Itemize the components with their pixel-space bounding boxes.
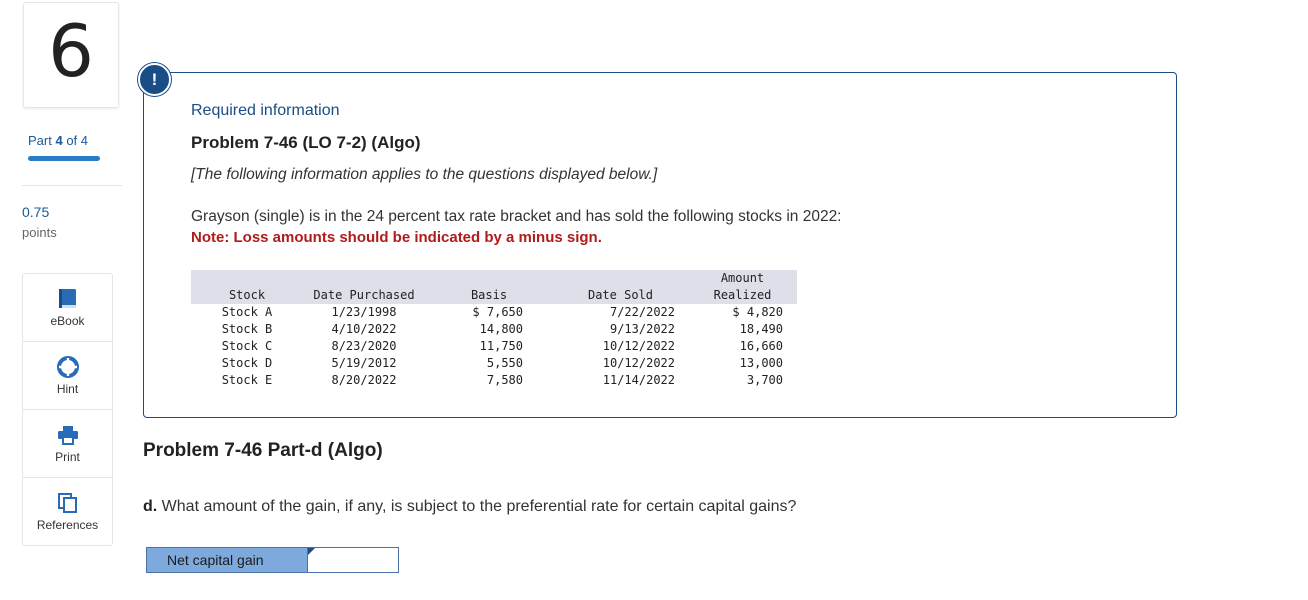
answer-row: Net capital gain	[146, 547, 399, 573]
loss-note: Note: Loss amounts should be indicated b…	[191, 229, 602, 246]
ebook-label: eBook	[50, 314, 85, 328]
col-header-amount-realized: Amount Realized	[688, 270, 797, 304]
table-row: Stock D 5/19/2012 5,550 10/12/2022 13,00…	[221, 356, 783, 370]
printer-icon	[57, 426, 78, 445]
question-text: d. What amount of the gain, if any, is s…	[143, 498, 797, 515]
book-icon	[58, 289, 76, 308]
applies-note: [The following information applies to th…	[191, 166, 658, 183]
net-capital-gain-input[interactable]	[308, 547, 399, 573]
copy-icon	[57, 493, 77, 513]
col-header-date-purchased: Date Purchased	[303, 270, 425, 304]
table-row: Stock C 8/23/2020 11,750 10/12/2022 16,6…	[221, 339, 783, 353]
table-row: Stock A 1/23/1998 $ 7,650 7/22/2022 $ 4,…	[221, 305, 783, 319]
problem-title: Problem 7-46 (LO 7-2) (Algo)	[191, 133, 421, 152]
references-label: References	[36, 518, 99, 532]
stocks-table: Stock Date Purchased Basis Date Sold Amo…	[191, 270, 797, 389]
part-progress-text: Part 4 of 4	[28, 133, 89, 148]
points-value: 0.75	[22, 204, 50, 220]
points-label: points	[22, 225, 57, 240]
question-letter: d.	[143, 498, 158, 515]
part-title: Problem 7-46 Part-d (Algo)	[143, 440, 383, 461]
table-row: Stock B 4/10/2022 14,800 9/13/2022 18,49…	[221, 322, 783, 336]
input-flag-icon	[308, 548, 315, 555]
references-button[interactable]: References	[23, 478, 112, 545]
part-progress-bar	[28, 156, 100, 161]
table-header-row: Stock Date Purchased Basis Date Sold Amo…	[191, 270, 797, 304]
col-header-stock: Stock	[191, 270, 303, 304]
tools-panel: eBook Hint Print References	[22, 273, 113, 546]
col-header-date-sold: Date Sold	[553, 270, 688, 304]
print-button[interactable]: Print	[23, 410, 112, 478]
question-number: 6	[48, 9, 94, 93]
answer-label: Net capital gain	[146, 547, 308, 573]
print-label: Print	[55, 450, 80, 464]
question-number-card: 6	[23, 2, 119, 108]
hint-label: Hint	[56, 382, 79, 396]
problem-description: Grayson (single) is in the 24 percent ta…	[191, 208, 842, 225]
ebook-button[interactable]: eBook	[23, 274, 112, 342]
required-information-heading: Required information	[191, 102, 340, 119]
table-row: Stock E 8/20/2022 7,580 11/14/2022 3,700	[221, 373, 783, 387]
hint-button[interactable]: Hint	[23, 342, 112, 410]
col-header-basis: Basis	[425, 270, 553, 304]
alert-badge-icon: !	[138, 63, 171, 96]
divider	[22, 185, 122, 186]
lifebuoy-icon	[56, 356, 79, 378]
